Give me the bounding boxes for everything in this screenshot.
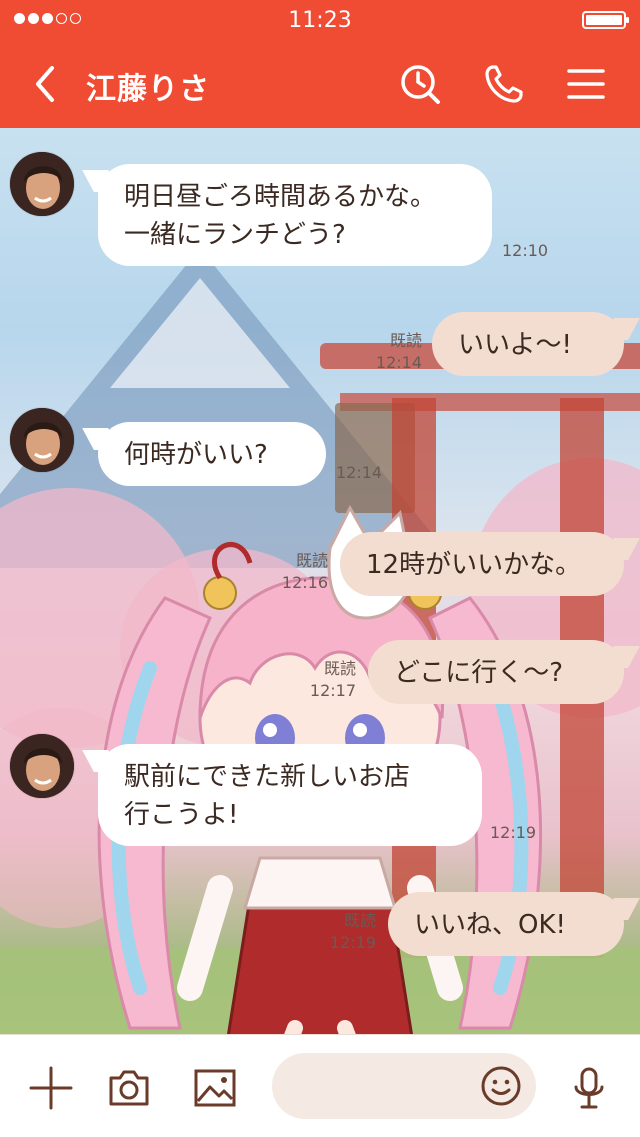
message-text-line: 行こうよ! bbox=[124, 800, 239, 830]
message-bubble-incoming[interactable]: 何時がいい? bbox=[98, 422, 326, 486]
clock: 11:23 bbox=[288, 8, 352, 33]
chat-title: 江藤りさ bbox=[86, 72, 210, 107]
chat-header: 江藤りさ bbox=[0, 40, 640, 128]
chevron-left-icon[interactable] bbox=[24, 60, 68, 108]
smile-icon[interactable] bbox=[480, 1065, 522, 1107]
message-text-line: 駅前にできた新しいお店 bbox=[124, 762, 411, 792]
message-time: 12:19 bbox=[490, 823, 537, 842]
message-time: 12:14 bbox=[336, 463, 383, 482]
message-read-status: 既読 bbox=[295, 551, 328, 570]
message-time: 12:10 bbox=[502, 241, 549, 260]
message-text-line: 何時がいい? bbox=[124, 440, 268, 470]
message-bubble-outgoing[interactable]: 12時がいいかな。 bbox=[340, 532, 624, 596]
image-icon[interactable] bbox=[192, 1065, 238, 1111]
avatar-photo bbox=[10, 734, 74, 798]
message-read-status: 既読 bbox=[323, 659, 356, 678]
background-mountain-snow bbox=[110, 278, 290, 388]
menu-icon[interactable] bbox=[564, 62, 608, 106]
message-time: 12:17 bbox=[309, 681, 356, 700]
message-bubble-outgoing[interactable]: いいね、OK! bbox=[388, 892, 624, 956]
plus-icon[interactable] bbox=[28, 1065, 74, 1111]
message-bubble-outgoing[interactable]: いいよ〜! bbox=[432, 312, 624, 376]
clock-search-icon[interactable] bbox=[398, 62, 442, 106]
phone-icon[interactable] bbox=[482, 62, 526, 106]
message-bubble-incoming[interactable]: 明日昼ごろ時間あるかな。 一緒にランチどう? bbox=[98, 164, 492, 266]
microphone-icon[interactable] bbox=[566, 1065, 612, 1111]
message-input[interactable] bbox=[292, 1067, 476, 1107]
message-text-line: どこに行く〜? bbox=[394, 658, 564, 688]
avatar[interactable] bbox=[10, 408, 74, 472]
message-time: 12:14 bbox=[375, 353, 422, 372]
message-text-line: いいよ〜! bbox=[458, 330, 572, 360]
message-input-bar bbox=[0, 1034, 640, 1137]
avatar-photo bbox=[10, 408, 74, 472]
avatar-photo bbox=[10, 152, 74, 216]
message-text-line: 12時がいいかな。 bbox=[366, 550, 582, 580]
battery-icon bbox=[582, 11, 629, 29]
message-bubble-outgoing[interactable]: どこに行く〜? bbox=[368, 640, 624, 704]
avatar[interactable] bbox=[10, 734, 74, 798]
message-time: 12:19 bbox=[329, 933, 376, 952]
message-input-wrapper bbox=[272, 1053, 536, 1119]
message-time: 12:16 bbox=[281, 573, 328, 592]
status-bar: 11:23 bbox=[0, 0, 640, 40]
message-text-line: いいね、OK! bbox=[414, 910, 566, 940]
message-read-status: 既読 bbox=[389, 331, 422, 350]
message-text-line: 一緒にランチどう? bbox=[124, 220, 346, 250]
avatar[interactable] bbox=[10, 152, 74, 216]
message-read-status: 既読 bbox=[343, 911, 376, 930]
message-text-line: 明日昼ごろ時間あるかな。 bbox=[124, 182, 437, 212]
message-bubble-incoming[interactable]: 駅前にできた新しいお店 行こうよ! bbox=[98, 744, 482, 846]
camera-icon[interactable] bbox=[106, 1065, 152, 1111]
